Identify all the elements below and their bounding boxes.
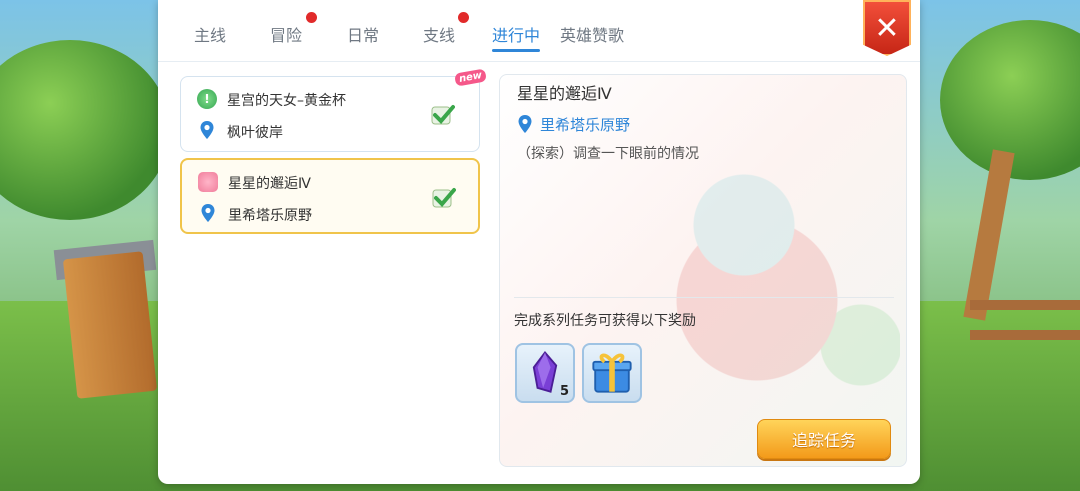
quest-title: 星星的邂逅Ⅳ <box>228 176 311 192</box>
tab-daily[interactable]: 日常 <box>347 22 379 52</box>
tab-label: 进行中 <box>492 26 541 45</box>
green-quest-icon: ! <box>197 89 217 109</box>
new-badge: new <box>454 68 488 87</box>
tab-label: 冒险 <box>270 26 303 45</box>
wooden-fence <box>970 300 1080 340</box>
reward-item[interactable]: 5 <box>515 343 575 403</box>
tab-label: 支线 <box>423 26 456 45</box>
quest-card[interactable]: ! 星宫的天女–黄金杯 枫叶彼岸 new <box>180 68 488 152</box>
close-icon: ✕ <box>874 10 900 46</box>
location-pin-icon <box>518 115 532 133</box>
detail-location-link[interactable]: 里希塔乐原野 <box>540 114 630 135</box>
quest-location: 里希塔乐原野 <box>228 208 312 224</box>
notification-dot <box>458 12 469 23</box>
gift-box-icon <box>592 353 632 393</box>
tab-side[interactable]: 支线 <box>423 22 455 52</box>
detail-description: （探索）调查一下眼前的情况 <box>517 146 699 162</box>
character-artwork <box>640 135 900 435</box>
tab-label: 日常 <box>347 26 380 45</box>
tab-label: 主线 <box>194 26 227 45</box>
tab-hero-anthem[interactable]: 英雄赞歌 <box>560 22 624 52</box>
detail-title: 星星的邂逅Ⅳ <box>517 84 612 103</box>
tab-adventure[interactable]: 冒险 <box>270 22 302 52</box>
background-tree <box>0 40 170 220</box>
reward-heading: 完成系列任务可获得以下奖励 <box>514 313 696 329</box>
quest-tabs: 主线 冒险 日常 支线 进行中 英雄赞歌 <box>158 0 920 62</box>
tab-in-progress[interactable]: 进行中 <box>492 22 541 52</box>
quest-location: 枫叶彼岸 <box>227 125 283 141</box>
location-pin-icon <box>200 121 214 139</box>
tab-label: 英雄赞歌 <box>560 26 625 45</box>
pink-quest-icon <box>198 172 218 192</box>
notification-dot <box>306 12 317 23</box>
tab-main[interactable]: 主线 <box>194 22 226 52</box>
divider <box>514 297 894 298</box>
close-button[interactable]: ✕ <box>863 0 911 56</box>
checkmark-icon <box>432 188 456 208</box>
checkmark-icon <box>431 105 455 125</box>
signpost <box>62 251 158 399</box>
quest-window: 主线 冒险 日常 支线 进行中 英雄赞歌 ✕ ! 星宫的天女–黄金杯 枫叶彼岸 … <box>158 0 920 484</box>
quest-card-selected[interactable]: 星星的邂逅Ⅳ 里希塔乐原野 <box>180 158 480 234</box>
location-pin-icon <box>201 204 215 222</box>
wooden-pole <box>963 149 1015 321</box>
quest-title: 星宫的天女–黄金杯 <box>227 93 346 109</box>
quest-detail-panel: 星星的邂逅Ⅳ 里希塔乐原野 （探索）调查一下眼前的情况 完成系列任务可获得以下奖… <box>499 74 907 467</box>
track-button-label: 追踪任务 <box>791 431 856 450</box>
reward-count: 5 <box>559 384 569 399</box>
track-quest-button[interactable]: 追踪任务 <box>757 419 891 459</box>
quest-list: ! 星宫的天女–黄金杯 枫叶彼岸 new 星星的邂逅Ⅳ 里希塔乐原野 <box>180 68 488 476</box>
reward-item[interactable] <box>582 343 642 403</box>
